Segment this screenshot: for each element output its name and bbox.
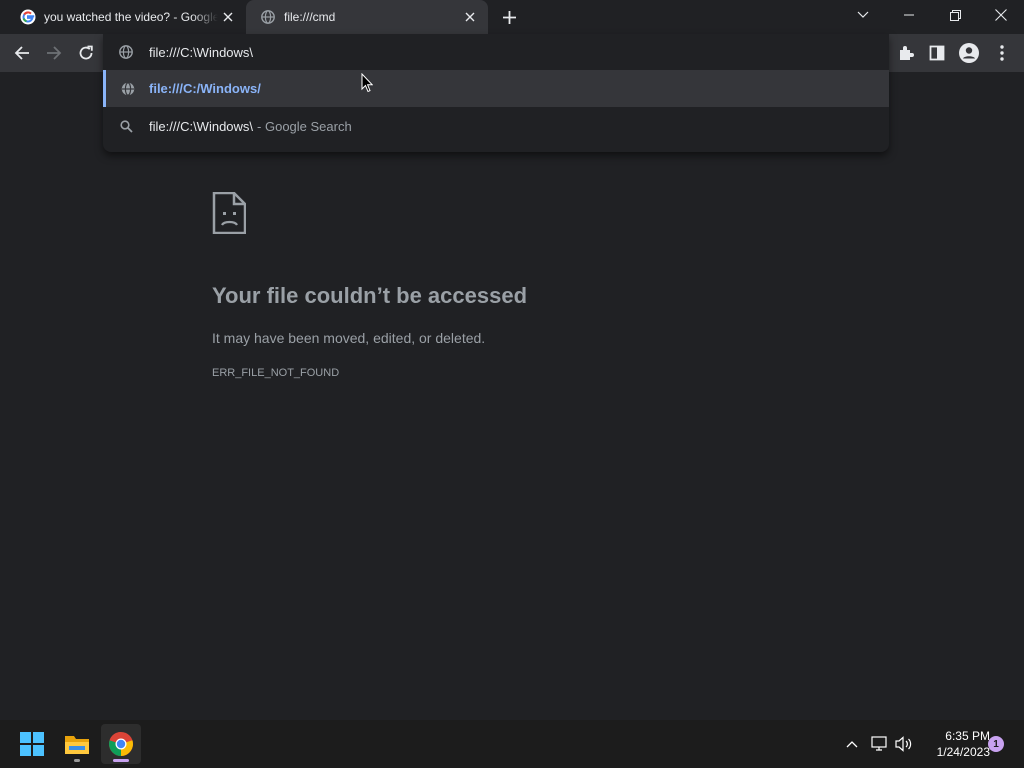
address-bar[interactable]: file:///C:\Windows\: [103, 34, 889, 70]
active-indicator: [113, 759, 129, 762]
start-button[interactable]: [12, 724, 52, 764]
error-page: Your file couldn’t be accessed It may ha…: [0, 72, 1024, 720]
restore-button[interactable]: [932, 0, 978, 30]
tab-google-search[interactable]: you watched the video? - Google Search: [10, 0, 246, 34]
error-title: Your file couldn’t be accessed: [212, 283, 528, 308]
clock-time: 6:35 PM: [945, 729, 990, 743]
tab-search-chevron-icon[interactable]: [840, 0, 886, 30]
new-tab-button[interactable]: [498, 6, 520, 28]
reload-button[interactable]: [71, 38, 101, 68]
file-explorer-icon[interactable]: [57, 724, 97, 764]
network-icon[interactable]: [869, 732, 891, 756]
extensions-icon[interactable]: [891, 38, 921, 68]
close-icon[interactable]: [218, 7, 238, 27]
side-panel-icon[interactable]: [922, 38, 952, 68]
running-indicator: [74, 759, 80, 762]
forward-button[interactable]: [39, 38, 69, 68]
tab-title: you watched the video? - Google Search: [44, 10, 218, 24]
globe-icon: [103, 45, 149, 59]
google-icon: [20, 9, 36, 25]
taskbar: 6:35 PM 1/24/2023: [0, 720, 1024, 768]
suggestion-text: file:///C:/Windows/: [149, 81, 261, 96]
suggestion-text: file:///C:\Windows\: [149, 119, 254, 134]
error-description: It may have been moved, edited, or delet…: [212, 330, 486, 346]
tab-file-cmd[interactable]: file:///cmd: [246, 0, 488, 34]
tab-title: file:///cmd: [284, 10, 336, 24]
error-code: ERR_FILE_NOT_FOUND: [212, 367, 340, 379]
tab-strip: you watched the video? - Google Search f…: [0, 0, 1024, 34]
suggestion-item[interactable]: file:///C:/Windows/: [103, 70, 889, 107]
close-window-button[interactable]: [978, 0, 1024, 30]
address-input[interactable]: file:///C:\Windows\: [149, 45, 253, 60]
notification-badge[interactable]: 1: [988, 736, 1004, 752]
close-icon[interactable]: [460, 7, 480, 27]
menu-icon[interactable]: [987, 38, 1017, 68]
mouse-pointer-icon: [361, 72, 374, 98]
search-icon: [103, 120, 149, 133]
chevron-up-icon[interactable]: [841, 732, 863, 756]
sad-file-icon: [212, 191, 247, 239]
back-button[interactable]: [7, 38, 37, 68]
suggestion-item[interactable]: file:///C:\Windows\ - Google Search: [103, 108, 889, 145]
profile-avatar[interactable]: [954, 38, 984, 68]
volume-icon[interactable]: [893, 732, 915, 756]
omnibox-dropdown: file:///C:\Windows\ file:///C:/Windows/ …: [103, 34, 889, 152]
chrome-taskbar-icon[interactable]: [101, 724, 141, 764]
globe-icon: [260, 9, 276, 25]
browser-window: you watched the video? - Google Search f…: [0, 0, 1024, 768]
minimize-button[interactable]: [886, 0, 932, 30]
globe-icon: [106, 81, 149, 96]
clock-date: 1/24/2023: [936, 745, 990, 759]
system-clock[interactable]: 6:35 PM 1/24/2023: [914, 728, 990, 760]
suggestion-suffix: - Google Search: [257, 119, 352, 134]
